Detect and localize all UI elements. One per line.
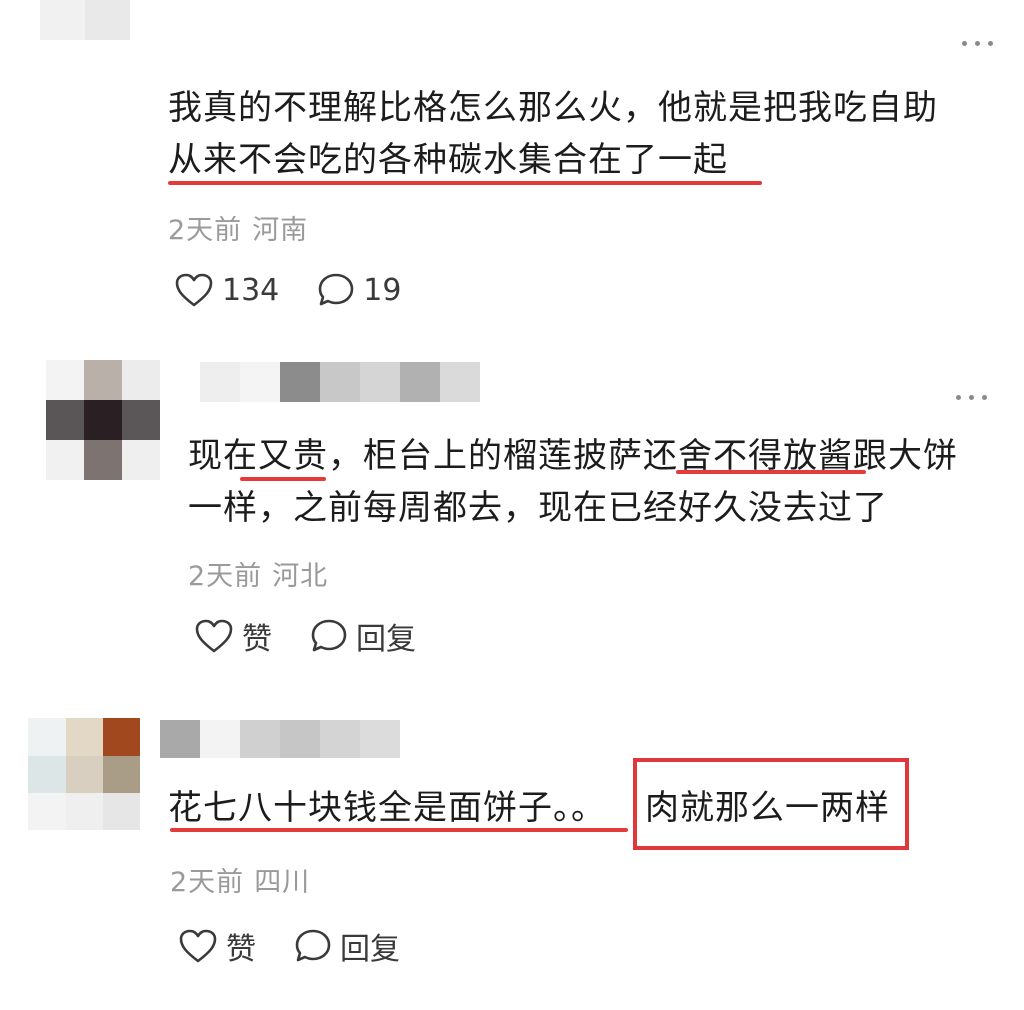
- comment-2: 现在又贵，柜台上的榴莲披萨还舍不得放酱跟大饼 一样，之前每周都去，现在已经好久没…: [0, 340, 1024, 690]
- highlight-underline: [240, 477, 326, 481]
- comment-text-line-1: 花七八十块钱全是面饼子。。: [168, 788, 606, 828]
- comment-meta: 2天前 河北: [188, 554, 328, 593]
- highlighted-text: 肉就那么一两样: [645, 788, 890, 828]
- comment-actions: 赞 回复: [194, 614, 416, 658]
- comment-actions: 赞 回复: [178, 924, 400, 968]
- avatar[interactable]: [46, 360, 160, 480]
- like-label: 赞: [226, 932, 256, 967]
- heart-outline-icon: [174, 272, 214, 308]
- region-label: 河南: [252, 215, 309, 246]
- username[interactable]: [200, 362, 480, 402]
- reply-count: 19: [363, 272, 402, 308]
- reply-label: 回复: [340, 932, 400, 967]
- reply-button[interactable]: 回复: [294, 924, 400, 968]
- reply-button[interactable]: 19: [317, 272, 401, 308]
- reply-button[interactable]: 回复: [310, 614, 416, 658]
- avatar[interactable]: [28, 718, 140, 830]
- region-label: 河北: [272, 561, 329, 592]
- more-dots-icon[interactable]: [962, 36, 1002, 50]
- username[interactable]: [160, 720, 400, 758]
- like-button[interactable]: 赞: [178, 924, 256, 968]
- highlight-underline: [170, 828, 628, 832]
- comment-meta: 2天前 河南: [168, 208, 308, 247]
- highlight-underline: [168, 181, 762, 185]
- comment-text-line-1: 我真的不理解比格怎么那么火，他就是把我吃自助: [168, 88, 938, 128]
- timestamp: 2天前: [188, 561, 263, 592]
- reply-label: 回复: [356, 622, 416, 657]
- like-count: 134: [222, 272, 280, 308]
- comment-meta: 2天前 四川: [170, 860, 310, 899]
- like-button[interactable]: 134: [174, 272, 279, 308]
- avatar[interactable]: [40, 0, 130, 40]
- more-dots-icon[interactable]: [956, 390, 996, 404]
- comment-text-line-2: 从来不会吃的各种碳水集合在了一起: [168, 140, 728, 180]
- speech-bubble-icon: [317, 272, 355, 308]
- timestamp: 2天前: [168, 215, 243, 246]
- region-label: 四川: [254, 867, 311, 898]
- heart-outline-icon: [194, 618, 234, 654]
- like-label: 赞: [242, 622, 272, 657]
- comment-actions: 134 19: [174, 272, 401, 308]
- timestamp: 2天前: [170, 867, 245, 898]
- comment-3: 花七八十块钱全是面饼子。。 肉就那么一两样 2天前 四川 赞 回复: [0, 690, 1024, 1010]
- speech-bubble-icon: [294, 928, 332, 964]
- comment-text-line-2: 一样，之前每周都去，现在已经好久没去过了: [188, 488, 888, 528]
- speech-bubble-icon: [310, 618, 348, 654]
- heart-outline-icon: [178, 928, 218, 964]
- comment-1: 我真的不理解比格怎么那么火，他就是把我吃自助 从来不会吃的各种碳水集合在了一起 …: [0, 0, 1024, 340]
- like-button[interactable]: 赞: [194, 614, 272, 658]
- highlight-underline: [676, 470, 866, 474]
